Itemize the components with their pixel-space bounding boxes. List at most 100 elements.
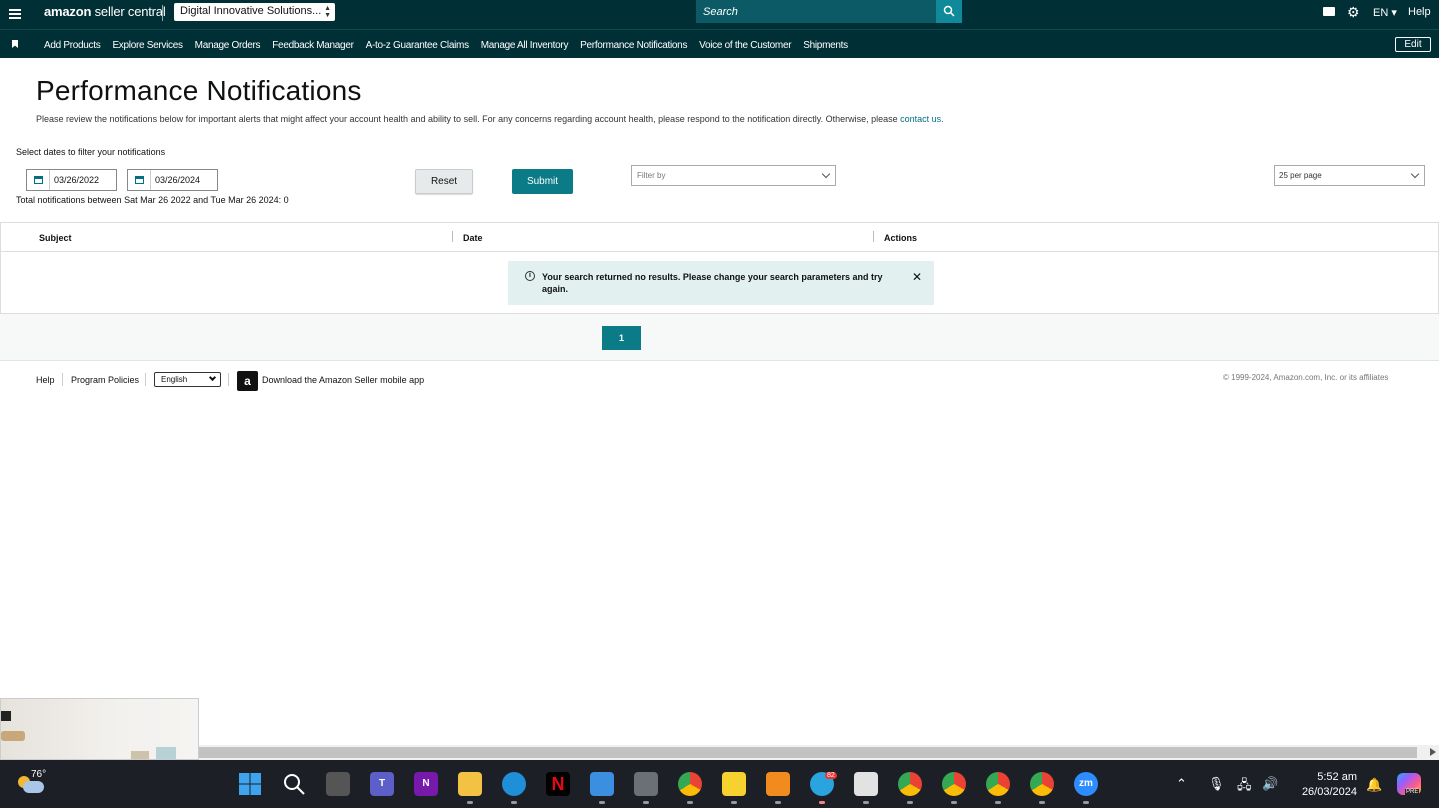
sticky-notes-icon[interactable] [722, 772, 746, 796]
search-input[interactable]: Search [696, 0, 936, 23]
nav-manage-orders[interactable]: Manage Orders [195, 40, 261, 51]
microphone-icon[interactable]: 🎙 [1208, 776, 1225, 792]
video-thumbnail-overlay[interactable] [0, 698, 199, 760]
page-1-button[interactable]: 1 [602, 326, 641, 350]
magnifier-icon [284, 774, 305, 795]
network-icon[interactable]: 🖧 [1237, 776, 1252, 798]
running-indicator [863, 801, 869, 804]
horizontal-scrollbar[interactable] [199, 745, 1439, 760]
pagination: 1 [0, 314, 1439, 361]
gear-icon[interactable]: ⚙ [1347, 4, 1360, 21]
start-date-input[interactable]: 03/26/2022 [26, 169, 117, 191]
running-indicator [951, 801, 957, 804]
file-explorer-icon[interactable] [458, 772, 482, 796]
windows-start-icon[interactable] [238, 772, 262, 796]
telegram-badge: 82 [825, 772, 837, 779]
reset-button[interactable]: Reset [415, 169, 473, 194]
per-page-select[interactable]: 25 per page [1274, 165, 1425, 186]
running-indicator [819, 801, 825, 804]
running-indicator [511, 801, 517, 804]
language-selector[interactable]: EN ▾ [1373, 6, 1397, 19]
alert-message: Your search returned no results. Please … [542, 272, 883, 294]
nav-performance-notifications[interactable]: Performance Notifications [580, 40, 687, 51]
table-header: Subject Date Actions [1, 223, 1438, 252]
bookmark-icon[interactable] [12, 40, 18, 48]
clock-time: 5:52 am [1317, 771, 1357, 783]
task-view-icon[interactable] [326, 772, 350, 796]
column-subject[interactable]: Subject [39, 233, 72, 243]
nav-voice-of-customer[interactable]: Voice of the Customer [699, 40, 791, 51]
nav-shipments[interactable]: Shipments [803, 40, 848, 51]
help-link[interactable]: Help [1408, 6, 1431, 18]
nav-add-products[interactable]: Add Products [44, 40, 101, 51]
calculator-icon[interactable] [634, 772, 658, 796]
nav-manage-inventory[interactable]: Manage All Inventory [481, 40, 569, 51]
info-icon: i [525, 271, 535, 281]
running-indicator [775, 801, 781, 804]
nav-feedback-manager[interactable]: Feedback Manager [272, 40, 354, 51]
running-indicator [995, 801, 1001, 804]
chevron-down-icon [208, 373, 217, 382]
column-date[interactable]: Date [463, 233, 483, 243]
scrollbar-thumb[interactable] [199, 747, 1417, 758]
chrome-profile-icon[interactable] [898, 772, 922, 796]
end-date-value: 03/26/2024 [150, 170, 200, 190]
chrome-profile-icon[interactable] [942, 772, 966, 796]
account-switcher[interactable]: Digital Innovative Solutions... ▲ ▼ [174, 3, 335, 21]
copilot-pre-badge: PRE [1405, 789, 1420, 795]
show-hidden-icons-chevron-icon[interactable]: ⌃ [1176, 776, 1187, 792]
nav-bar: Add Products Explore Services Manage Ord… [0, 29, 1439, 58]
filter-placeholder: Filter by [637, 171, 666, 180]
volume-icon[interactable]: 🔊 [1262, 776, 1278, 792]
chrome-profile-icon[interactable] [986, 772, 1010, 796]
amazon-app-icon[interactable]: a [237, 371, 258, 391]
edit-nav-button[interactable]: Edit [1395, 37, 1431, 52]
footer-program-policies-link[interactable]: Program Policies [71, 375, 139, 385]
footer-help-link[interactable]: Help [36, 375, 55, 385]
scroll-right-arrow-icon[interactable] [1430, 748, 1436, 756]
running-indicator [643, 801, 649, 804]
nav-atoz-claims[interactable]: A-to-z Guarantee Claims [366, 40, 469, 51]
end-date-input[interactable]: 03/26/2024 [127, 169, 218, 191]
search-button[interactable] [936, 0, 962, 23]
snipping-tool-icon[interactable] [854, 772, 878, 796]
account-name: Digital Innovative Solutions... [180, 5, 322, 17]
header-divider [162, 5, 163, 21]
logo-brand: amazon [44, 4, 92, 19]
footer-divider [62, 373, 63, 386]
clock-date: 26/03/2024 [1301, 786, 1357, 798]
close-icon[interactable]: ✕ [912, 270, 922, 284]
download-app-link[interactable]: Download the Amazon Seller mobile app [262, 375, 424, 385]
running-indicator [907, 801, 913, 804]
nav-explore-services[interactable]: Explore Services [112, 40, 183, 51]
search-icon[interactable] [282, 772, 306, 796]
ringcentral-icon[interactable] [766, 772, 790, 796]
zoom-icon[interactable]: zm [1074, 772, 1098, 796]
notepad-icon[interactable] [590, 772, 614, 796]
footer-divider [228, 373, 229, 386]
column-actions: Actions [884, 233, 918, 243]
per-page-value: 25 per page [1279, 171, 1322, 180]
hamburger-menu-icon[interactable] [9, 7, 21, 21]
chrome-icon[interactable] [678, 772, 702, 796]
chevron-down-icon [821, 169, 831, 179]
contact-us-link[interactable]: contact us. [900, 114, 944, 124]
filter-by-select[interactable]: Filter by [631, 165, 836, 186]
footer-language-select[interactable]: English [154, 372, 221, 387]
intro-text: Please review the notifications below fo… [36, 114, 944, 124]
netflix-icon[interactable]: N [546, 772, 570, 796]
submit-button[interactable]: Submit [512, 169, 573, 194]
seller-central-logo[interactable]: amazon seller central [44, 4, 166, 19]
edge-icon[interactable] [502, 772, 526, 796]
teams-icon[interactable]: T [370, 772, 394, 796]
chrome-profile-icon[interactable] [1030, 772, 1054, 796]
running-indicator [1083, 801, 1089, 804]
top-header: amazon seller central Digital Innovative… [0, 0, 1439, 29]
mail-icon[interactable] [1323, 7, 1335, 16]
system-clock[interactable]: 5:52 am 26/03/2024 [1295, 770, 1357, 800]
temperature: 76° [31, 769, 47, 780]
search-icon [943, 5, 955, 17]
onenote-icon[interactable]: N [414, 772, 438, 796]
notification-bell-icon[interactable]: 🔔 [1366, 777, 1382, 793]
logo-text: seller central [94, 4, 166, 19]
